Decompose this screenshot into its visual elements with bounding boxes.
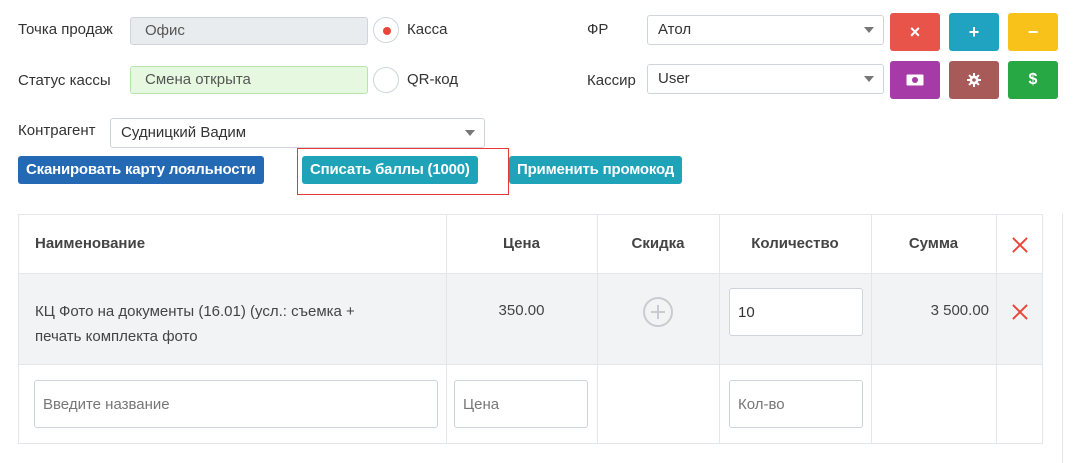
col-divider bbox=[996, 215, 997, 444]
side-panel-edge bbox=[1062, 214, 1081, 463]
header-discount: Скидка bbox=[631, 235, 685, 252]
items-table: Наименование Цена Скидка Количество Сумм… bbox=[18, 214, 1043, 444]
row-divider bbox=[19, 364, 1042, 365]
radio-kassa[interactable] bbox=[373, 17, 399, 43]
new-item-qty-input[interactable] bbox=[729, 380, 863, 428]
cashier-label: Кассир bbox=[587, 72, 636, 89]
item-quantity-input[interactable] bbox=[729, 288, 863, 336]
settings-button[interactable] bbox=[949, 61, 999, 99]
header-price: Цена bbox=[503, 235, 540, 252]
header-sum: Сумма bbox=[908, 235, 959, 252]
radio-qr-label: QR-код bbox=[407, 71, 458, 88]
radio-selected-dot bbox=[383, 27, 391, 35]
gear-icon bbox=[967, 73, 981, 87]
fr-label-text: ФР bbox=[587, 21, 609, 38]
item-price: 350.00 bbox=[498, 302, 545, 319]
chevron-down-icon bbox=[465, 130, 475, 136]
contractor-label: Контрагент bbox=[18, 122, 96, 139]
chevron-down-icon bbox=[864, 76, 874, 82]
radio-qr[interactable] bbox=[373, 67, 399, 93]
status-label: Статус кассы bbox=[18, 72, 111, 89]
cashier-select-value: User bbox=[658, 70, 690, 87]
header-quantity: Количество bbox=[751, 235, 839, 252]
money-icon bbox=[906, 74, 924, 86]
new-item-price-input[interactable] bbox=[454, 380, 588, 428]
write-off-points-button[interactable]: Списать баллы (1000) bbox=[302, 156, 478, 184]
dollar-icon: $ bbox=[1028, 71, 1038, 88]
item-name: КЦ Фото на документы (16.01) (усл.: съем… bbox=[35, 299, 355, 349]
chevron-down-icon bbox=[864, 27, 874, 33]
scan-loyalty-card-button[interactable]: Сканировать карту лояльности bbox=[18, 156, 264, 184]
close-button[interactable]: × bbox=[890, 13, 940, 51]
minus-icon: − bbox=[1027, 21, 1039, 42]
radio-kassa-label: Касса bbox=[407, 21, 448, 38]
apply-promo-button[interactable]: Применить промокод bbox=[509, 156, 683, 184]
status-field: Смена открыта bbox=[130, 66, 368, 94]
add-button[interactable]: + bbox=[949, 13, 999, 51]
row-divider bbox=[19, 273, 1042, 274]
plus-icon: + bbox=[968, 21, 980, 42]
point-label: Точка продаж bbox=[18, 21, 113, 38]
header-name: Наименование bbox=[35, 235, 146, 252]
minus-button[interactable]: − bbox=[1008, 13, 1058, 51]
fr-select[interactable]: Атол bbox=[647, 15, 884, 45]
clear-all-icon[interactable] bbox=[1011, 236, 1029, 254]
money-button[interactable] bbox=[890, 61, 940, 99]
item-name-line2: печать комплекта фото bbox=[35, 328, 198, 345]
contractor-select[interactable]: Судницкий Вадим bbox=[110, 118, 485, 148]
dollar-button[interactable]: $ bbox=[1008, 61, 1058, 99]
point-field: Офис bbox=[130, 17, 368, 45]
fr-select-value: Атол bbox=[658, 21, 692, 38]
contractor-select-value: Судницкий Вадим bbox=[121, 124, 247, 141]
item-sum: 3 500.00 bbox=[930, 302, 989, 319]
add-discount-icon[interactable] bbox=[643, 297, 673, 327]
new-item-name-input[interactable] bbox=[34, 380, 438, 428]
close-icon: × bbox=[909, 21, 921, 42]
cashier-select[interactable]: User bbox=[647, 64, 884, 94]
item-name-line1: КЦ Фото на документы (16.01) (усл.: съем… bbox=[35, 303, 355, 320]
delete-row-icon[interactable] bbox=[1011, 303, 1029, 321]
